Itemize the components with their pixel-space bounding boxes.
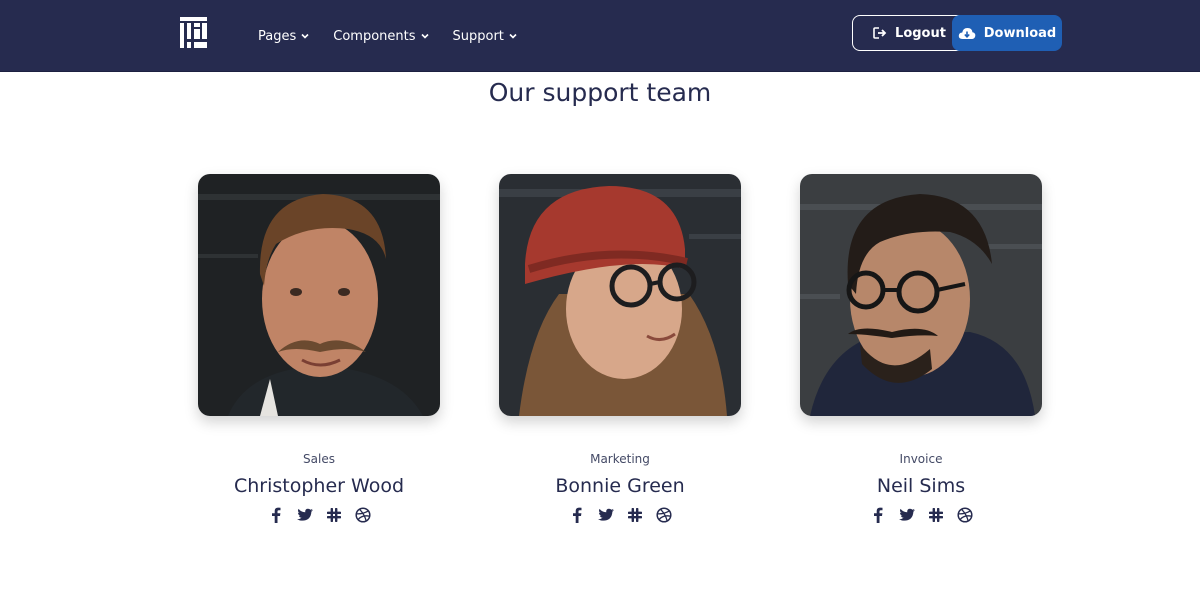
slack-icon[interactable]	[620, 508, 649, 522]
team-member-photo	[198, 174, 440, 416]
logout-label: Logout	[895, 25, 946, 41]
dribbble-icon[interactable]	[348, 507, 377, 523]
slack-icon[interactable]	[319, 508, 348, 522]
nav-item-support[interactable]: Support	[453, 29, 517, 44]
team-member-card: Invoice Neil Sims	[800, 174, 1042, 523]
facebook-icon[interactable]	[562, 507, 591, 523]
brand-logo[interactable]	[180, 17, 207, 48]
nav-item-pages[interactable]: Pages	[258, 29, 309, 44]
nav-item-label: Support	[452, 28, 504, 44]
chevron-down-icon	[301, 33, 309, 39]
team-member-card: Marketing Bonnie Green	[499, 174, 741, 523]
slack-icon[interactable]	[921, 508, 950, 522]
social-links	[198, 507, 440, 523]
top-navbar: Pages Components Support Logout Download	[0, 0, 1200, 72]
nav-item-label: Components	[333, 28, 416, 44]
download-label: Download	[983, 25, 1057, 41]
team-member-name: Bonnie Green	[555, 475, 685, 497]
section-title: Our support team	[488, 78, 712, 107]
social-links	[800, 507, 1042, 523]
facebook-icon[interactable]	[863, 507, 892, 523]
team-member-name: Christopher Wood	[234, 475, 404, 497]
twitter-icon[interactable]	[591, 508, 620, 522]
facebook-icon[interactable]	[261, 507, 290, 523]
team-member-card: Sales Christopher Wood	[198, 174, 440, 523]
twitter-icon[interactable]	[290, 508, 319, 522]
team-member-name: Neil Sims	[876, 475, 966, 497]
team-member-photo	[499, 174, 741, 416]
chevron-down-icon	[509, 33, 517, 39]
nav-item-components[interactable]: Components	[333, 28, 429, 44]
chevron-down-icon	[420, 33, 429, 39]
download-button[interactable]: Download	[952, 15, 1062, 51]
dribbble-icon[interactable]	[950, 507, 979, 523]
team-member-photo	[800, 174, 1042, 416]
team-member-role: Invoice	[899, 452, 943, 466]
sign-out-icon	[873, 27, 887, 39]
nav-menu: Pages Components Support	[258, 0, 541, 72]
team-member-role: Sales	[303, 452, 335, 466]
twitter-icon[interactable]	[892, 508, 921, 522]
dribbble-icon[interactable]	[649, 507, 678, 523]
nav-item-label: Pages	[258, 28, 297, 44]
team-member-role: Marketing	[590, 452, 650, 466]
cloud-download-icon	[958, 27, 976, 39]
social-links	[499, 507, 741, 523]
logout-button[interactable]: Logout	[852, 15, 967, 51]
